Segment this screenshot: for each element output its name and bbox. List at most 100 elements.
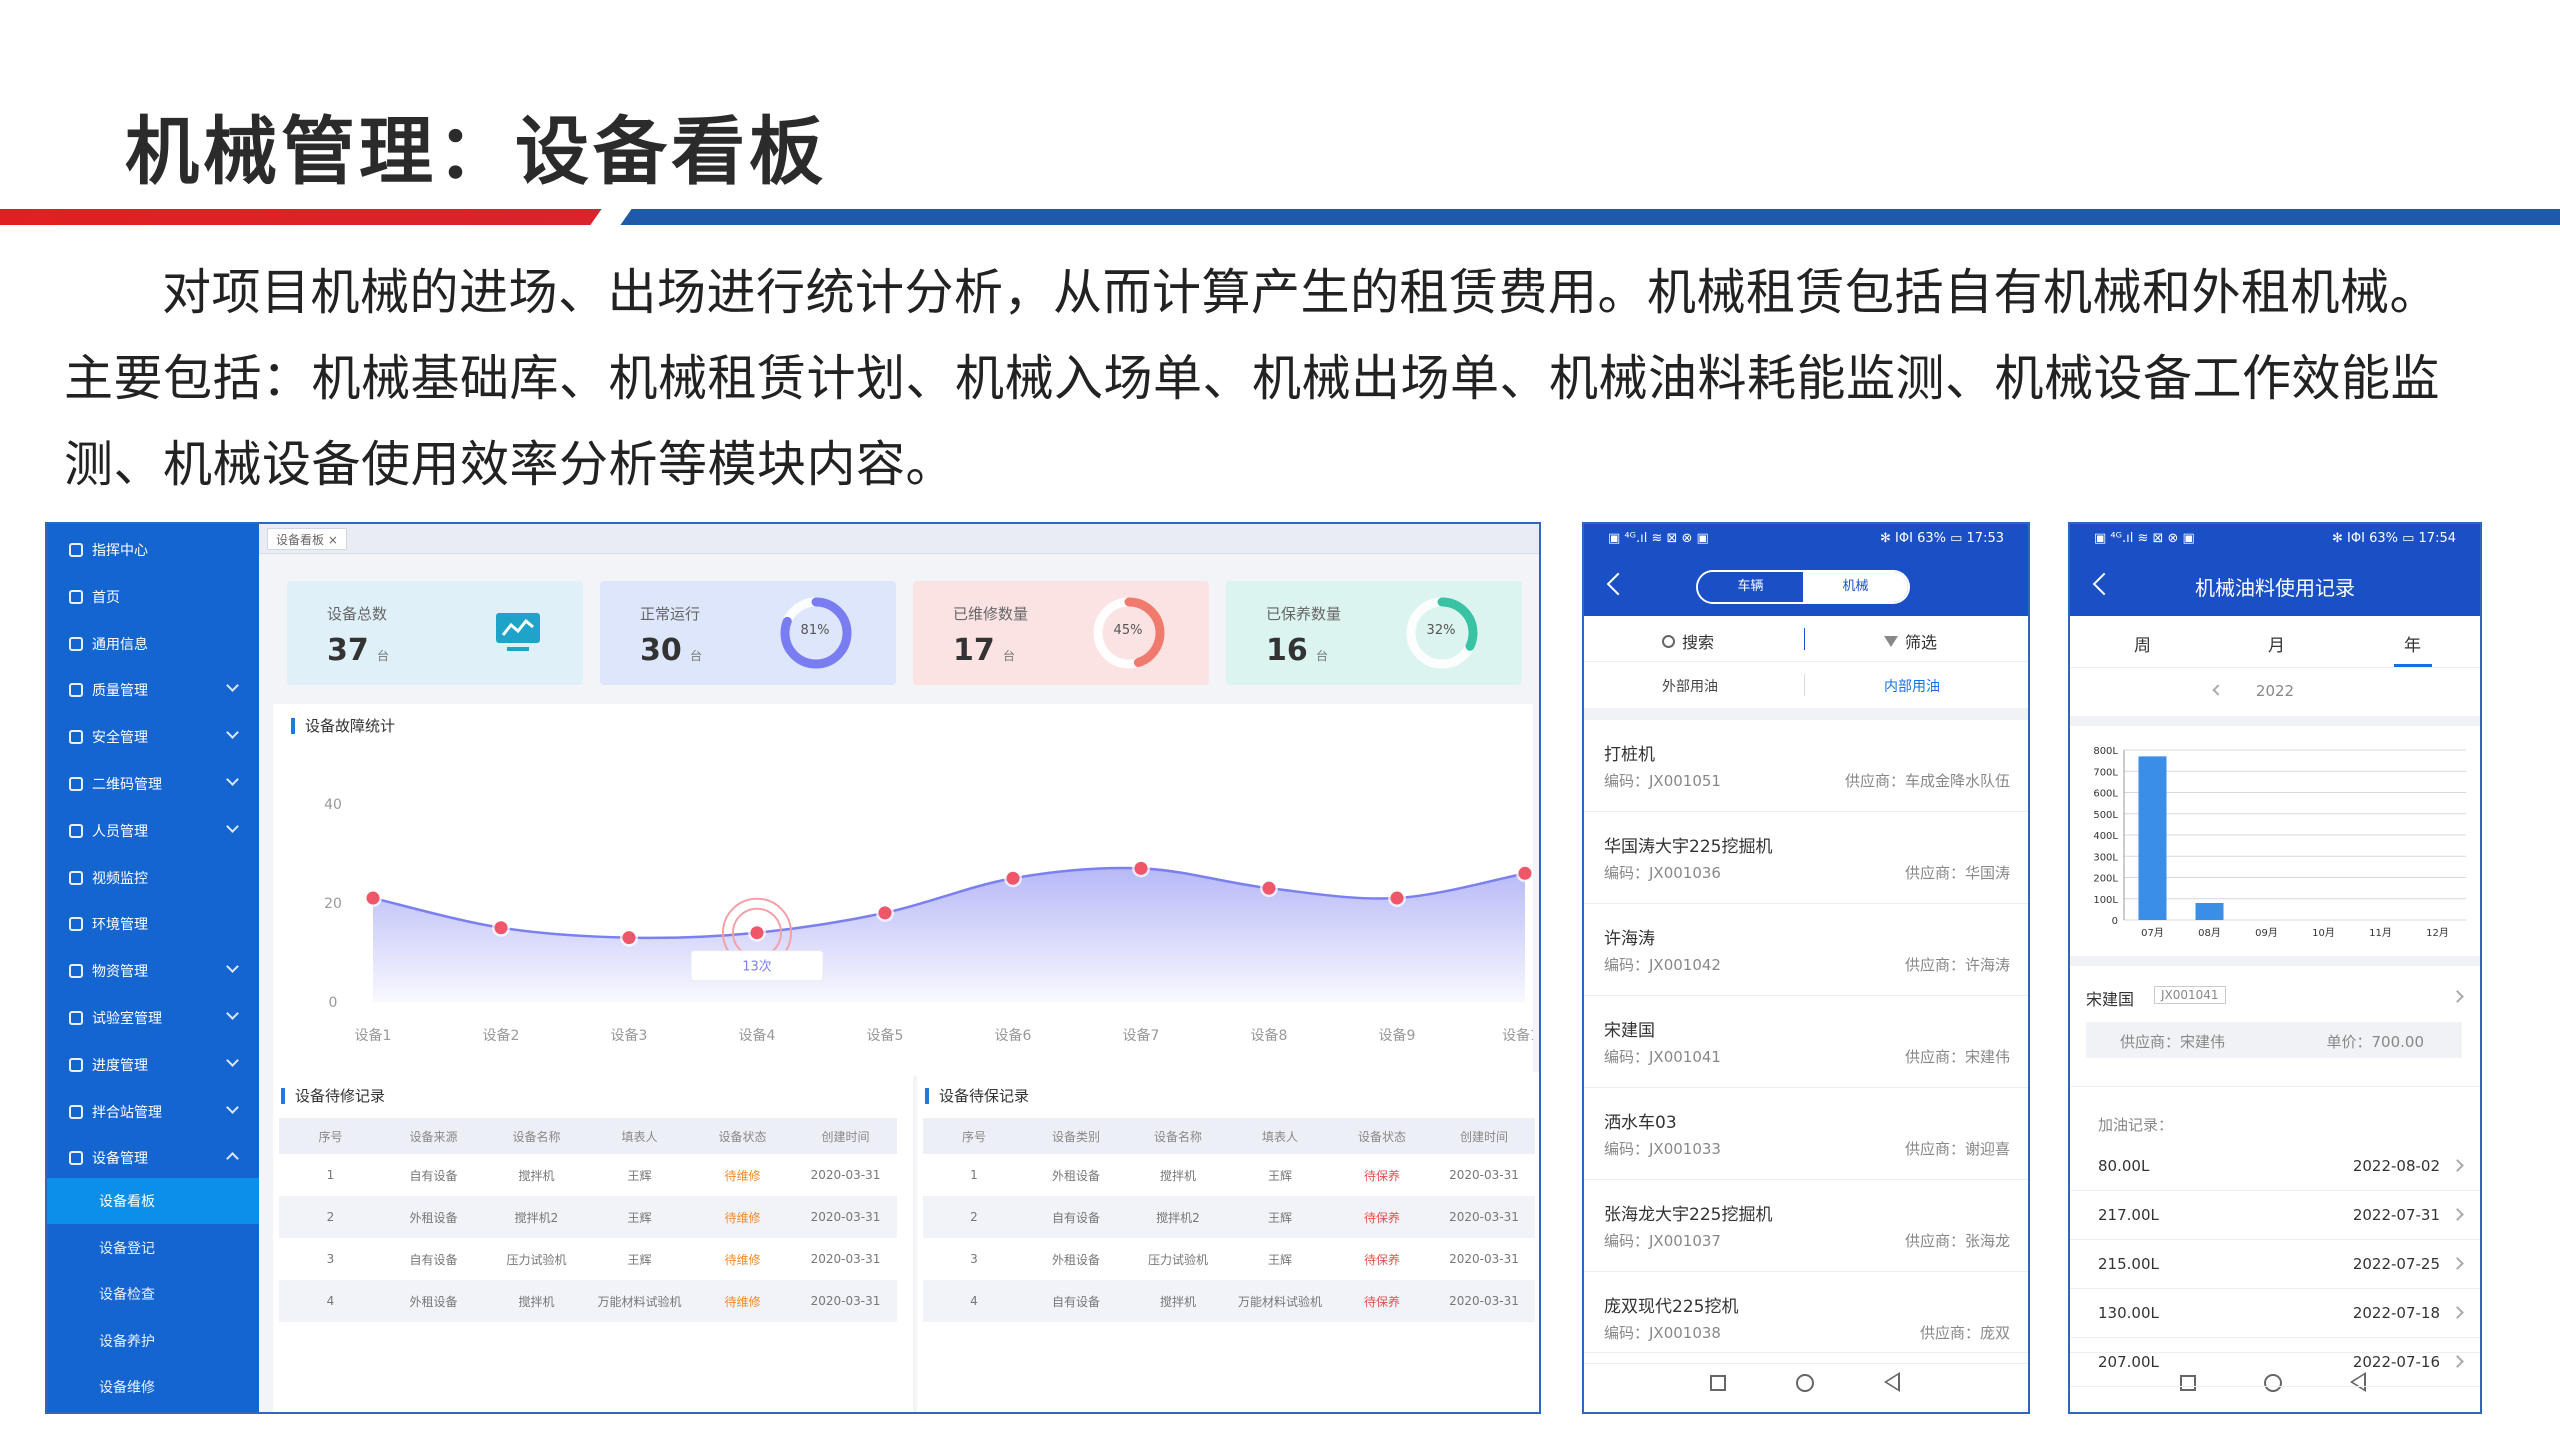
column-header: 设备名称 [485,1118,588,1154]
table-cell: 待维修 [724,1168,761,1183]
tab-week[interactable]: 周 [2134,631,2151,656]
table-cell: 2020-03-31 [1449,1168,1519,1182]
machine-name: 宋建国 [2086,990,2135,1009]
home-icon [69,589,83,604]
back-arrow-icon[interactable] [1606,572,1630,596]
table-cell: 万能材料试验机 [588,1280,691,1322]
fuel-record-row[interactable]: 207.00L 2022-07-16 [2070,1338,2480,1387]
equipment-supplier: 供应商：庞双 [1919,1324,2010,1342]
list-item[interactable]: 宋建国 编码：JX001041 供应商：宋建伟 [1584,996,2028,1088]
tab-equipment-board[interactable]: 设备看板 × [267,528,347,550]
equipment-code: 编码：JX001041 [1604,1048,1721,1066]
sidebar-item-12[interactable]: 拌合站管理 [47,1089,259,1135]
table-row[interactable]: 1 外租设备 搅拌机 王辉 待保养 2020-03-31 [923,1154,1535,1196]
sidebar-item-13[interactable]: 设备管理 [47,1135,259,1181]
recent-apps-icon[interactable] [1710,1375,1726,1391]
fuel-record-row[interactable]: 80.00L 2022-08-02 [2070,1142,2480,1191]
sidebar-subitem-0[interactable]: 设备看板 [47,1178,259,1224]
list-item[interactable]: 张海龙大宇225挖掘机 编码：JX001037 供应商：张海龙 [1584,1180,2028,1272]
sidebar-item-3[interactable]: 质量管理 [47,667,259,713]
close-icon[interactable]: × [328,533,338,547]
sidebar-subitem-4[interactable]: 设备维修 [47,1364,259,1410]
table-row[interactable]: 4 外租设备 搅拌机 万能材料试验机 待维修 2020-03-31 [279,1280,897,1322]
bar [2195,903,2224,920]
chevron-up-icon [226,1152,239,1166]
table-cell: 自有设备 [1025,1196,1127,1238]
sidebar-item-5[interactable]: 二维码管理 [47,761,259,807]
tab-internal-fuel[interactable]: 内部用油 [1884,676,1940,696]
tab-external-fuel[interactable]: 外部用油 [1662,676,1718,696]
year-selector: 2022 [2070,668,2480,714]
list-item[interactable]: 打桩机 编码：JX001051 供应商：车成金降水队伍 [1584,720,2028,812]
sidebar-item-8[interactable]: 环境管理 [47,901,259,947]
table-row[interactable]: 2 外租设备 搅拌机2 王辉 待维修 2020-03-31 [279,1196,897,1238]
sidebar-item-7[interactable]: 视频监控 [47,855,259,901]
sidebar-item-6[interactable]: 人员管理 [47,808,259,854]
machine-card[interactable]: 宋建国 JX001041 供应商：宋建伟 单价：700.00 [2070,966,2480,1096]
column-header: 填表人 [1229,1118,1331,1154]
sidebar-item-label: 视频监控 [92,870,148,887]
kpi-value: 30 [640,633,682,668]
sidebar-subitem-label: 设备检查 [99,1287,155,1303]
table-row[interactable]: 4 自有设备 搅拌机 万能材料试验机 待保养 2020-03-31 [923,1280,1535,1322]
list-item[interactable]: 洒水车03 编码：JX001033 供应商：谢迎喜 [1584,1088,2028,1180]
table-cell: 2 [923,1196,1025,1238]
back-icon[interactable] [1884,1372,1900,1392]
tooltip-text: 13次 [742,959,772,975]
segment-vehicle[interactable]: 车辆 [1698,572,1803,602]
column-header: 设备状态 [1331,1118,1433,1154]
y-tick-label: 800L [2093,746,2118,757]
y-tick-label: 300L [2093,852,2118,863]
table-cell: 外租设备 [1051,1168,1100,1183]
home-icon[interactable] [1796,1374,1814,1392]
equipment-name: 洒水车03 [1604,1113,1677,1133]
tab-bar: 设备看板 × [259,524,1539,554]
sidebar-item-1[interactable]: 首页 [47,574,259,620]
table-cell: 2020-03-31 [810,1168,881,1182]
y-tick-label: 40 [324,797,342,813]
fuel-record-row[interactable]: 217.00L 2022-07-31 [2070,1191,2480,1240]
sidebar-subitem-1[interactable]: 设备登记 [47,1225,259,1271]
sidebar-subitem-3[interactable]: 设备养护 [47,1318,259,1364]
maintain-records-table: 序号 设备类别 设备名称 填表人 设备状态 创建时间 1 外租设备 搅拌机 王辉 待保养 2020-0… [923,1118,1535,1322]
table-cell: 搅拌机2 [485,1196,588,1238]
segment-machinery[interactable]: 机械 [1803,572,1908,602]
status-bar: ▣ ⁴ᴳ.ıl ≋ ⊠ ⊗ ▣ ✻ ⅠΦⅠ 63% ▭ 17:53 [1584,524,2028,554]
table-row[interactable]: 1 自有设备 搅拌机 王辉 待维修 2020-03-31 [279,1154,897,1196]
sidebar-item-10[interactable]: 试验室管理 [47,995,259,1041]
table-cell: 搅拌机 [485,1280,588,1322]
data-point [1390,891,1404,905]
shield-icon [69,683,83,698]
data-point [494,921,508,935]
sidebar-item-9[interactable]: 物资管理 [47,948,259,994]
x-tick-label: 11月 [2369,927,2392,939]
sidebar-item-2[interactable]: 通用信息 [47,621,259,667]
table-row[interactable]: 3 外租设备 压力试验机 王辉 待保养 2020-03-31 [923,1238,1535,1280]
data-point [750,926,764,940]
table-cell: 王辉 [1267,1252,1292,1267]
x-tick-label: 10月 [2312,927,2335,939]
tab-month[interactable]: 月 [2268,631,2285,656]
list-item[interactable]: 许海涛 编码：JX001042 供应商：许海涛 [1584,904,2028,996]
x-tick-label: 07月 [2141,927,2164,939]
sidebar-item-0[interactable]: 指挥中心 [47,527,259,573]
x-tick-label: 设备2 [483,1027,520,1044]
sidebar-item-11[interactable]: 进度管理 [47,1042,259,1088]
list-item[interactable]: 庞双现代225挖机 编码：JX001038 供应商：庞双 [1584,1272,2028,1364]
sidebar-subitem-2[interactable]: 设备检查 [47,1271,259,1317]
fuel-record-row[interactable]: 130.00L 2022-07-18 [2070,1289,2480,1338]
filter-button[interactable]: 筛选 [1884,629,1937,653]
fuel-amount: 130.00L [2098,1304,2159,1322]
fuel-record-row[interactable]: 215.00L 2022-07-25 [2070,1240,2480,1289]
table-cell: 待保养 [1331,1280,1433,1322]
segment-control: 车辆 机械 [1696,570,1910,604]
tab-year[interactable]: 年 [2404,631,2421,656]
sidebar-item-4[interactable]: 安全管理 [47,714,259,760]
sidebar-item-label: 环境管理 [92,917,148,934]
table-row[interactable]: 2 自有设备 搅拌机2 王辉 待保养 2020-03-31 [923,1196,1535,1238]
table-row[interactable]: 3 自有设备 压力试验机 王辉 待维修 2020-03-31 [279,1238,897,1280]
column-header: 创建时间 [794,1118,897,1154]
equipment-supplier: 供应商：宋建伟 [1904,1048,2010,1066]
search-button[interactable]: 搜索 [1662,629,1714,653]
list-item[interactable]: 华国涛大宇225挖掘机 编码：JX001036 供应商：华国涛 [1584,812,2028,904]
